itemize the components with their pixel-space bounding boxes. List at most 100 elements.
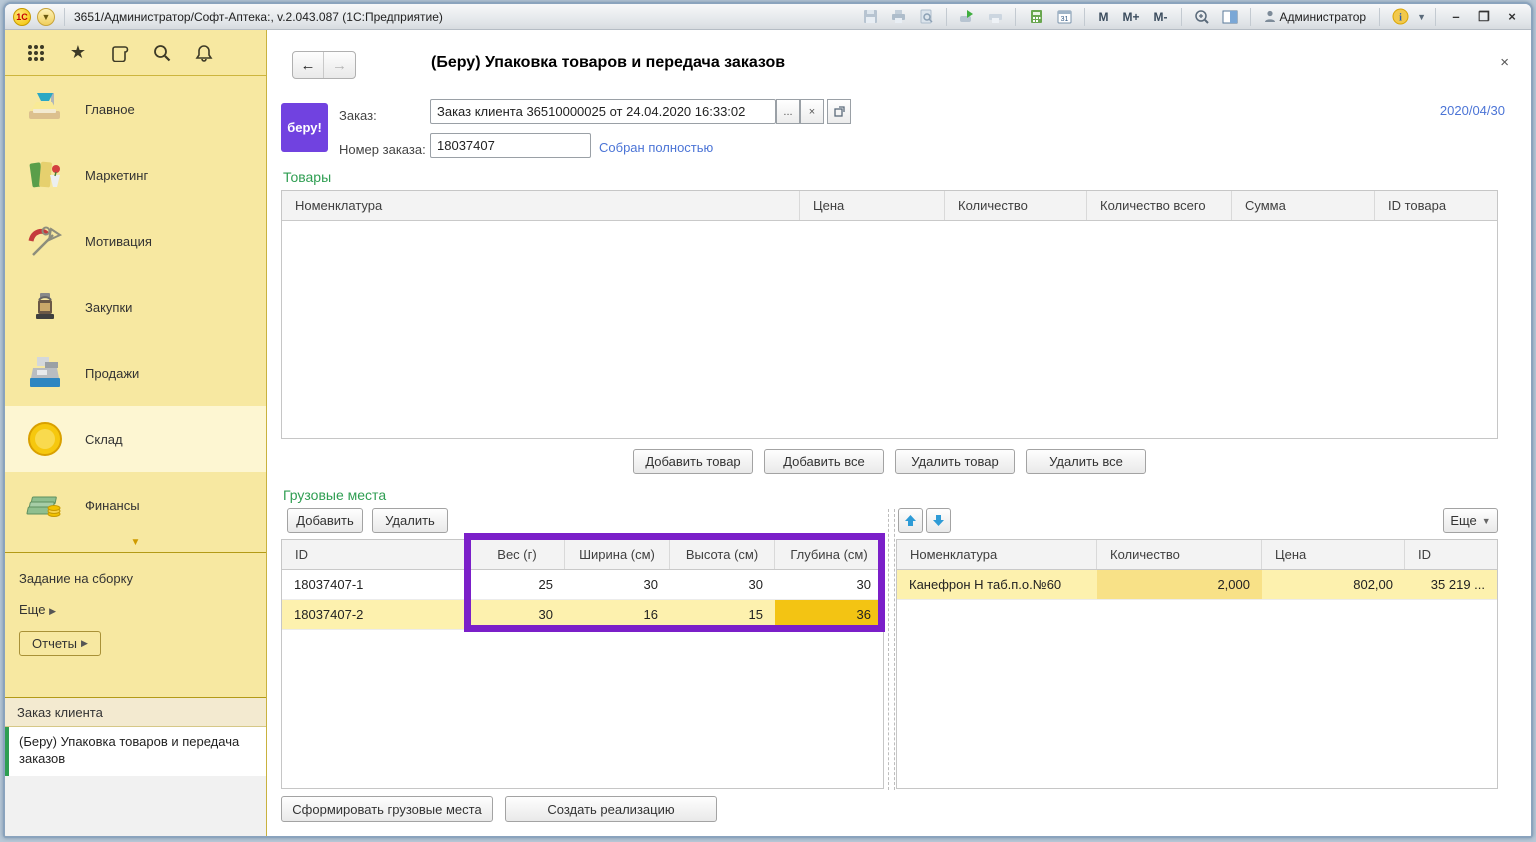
goods-col-nomenclature[interactable]: Номенклатура — [282, 191, 800, 220]
memory-button[interactable]: M — [1094, 10, 1112, 24]
info-dropdown-caret[interactable]: ▼ — [1417, 12, 1426, 22]
goods-col-sum[interactable]: Сумма — [1232, 191, 1375, 220]
print-document-icon[interactable] — [984, 7, 1006, 27]
sidebar-item-label: Маркетинг — [85, 168, 148, 183]
goods-col-id[interactable]: ID товара — [1375, 191, 1497, 220]
sidebar-item-marketing[interactable]: Маркетинг — [5, 142, 266, 208]
runner-arrow-icon — [23, 219, 67, 263]
back-button[interactable]: ← — [293, 52, 324, 78]
current-user[interactable]: Администратор — [1260, 10, 1371, 24]
divider — [1250, 8, 1251, 26]
split-view-icon[interactable] — [1219, 7, 1241, 27]
items-col-nomenclature[interactable]: Номенклатура — [897, 540, 1097, 569]
create-realization-button[interactable]: Создать реализацию — [505, 796, 717, 822]
history-scroll-icon[interactable] — [109, 42, 131, 64]
open-window-item[interactable]: (Беру) Упаковка товаров и передача заказ… — [5, 727, 266, 776]
sidebar-item-zakupki[interactable]: Закупки — [5, 274, 266, 340]
order-lookup-button[interactable]: ... — [776, 99, 800, 124]
sidebar-item-finansy[interactable]: Финансы — [5, 472, 266, 538]
cargo-col-id[interactable]: ID — [282, 540, 470, 569]
cargo-col-height[interactable]: Высота (см) — [670, 540, 775, 569]
1c-logo-icon: 1С — [13, 8, 31, 26]
print-preview-icon[interactable] — [915, 7, 937, 27]
order-input[interactable] — [430, 99, 776, 124]
close-form-button[interactable]: × — [1500, 54, 1509, 71]
save-icon[interactable] — [859, 7, 881, 27]
maximize-button[interactable]: ❐ — [1473, 7, 1495, 27]
favorites-star-icon[interactable]: ★ — [67, 42, 89, 64]
cargo-row-selected[interactable]: 18037407-2 30 16 15 36 — [282, 600, 883, 630]
cargo-section-title: Грузовые места — [283, 487, 386, 503]
close-window-button[interactable]: × — [1501, 7, 1523, 27]
goods-table: Номенклатура Цена Количество Количество … — [281, 190, 1498, 439]
divider — [64, 8, 65, 26]
items-col-price[interactable]: Цена — [1262, 540, 1405, 569]
print-icon[interactable] — [887, 7, 909, 27]
sections-expand-chevron-icon[interactable]: ▼ — [5, 538, 266, 552]
notifications-bell-icon[interactable] — [193, 42, 215, 64]
window-title: 3651/Администратор/Софт-Аптека:, v.2.043… — [74, 10, 443, 24]
calculator-icon[interactable] — [1025, 7, 1047, 27]
order-clear-button[interactable]: × — [800, 99, 824, 124]
submenu-arrow-icon: ▶ — [49, 606, 56, 616]
forward-button[interactable]: → — [324, 52, 355, 78]
panel-splitter[interactable] — [888, 509, 889, 790]
order-number-input[interactable] — [430, 133, 591, 158]
order-open-button[interactable] — [827, 99, 851, 124]
submenu-arrow-icon: ▶ — [81, 638, 88, 649]
zoom-icon[interactable] — [1191, 7, 1213, 27]
assembled-status-link[interactable]: Собран полностью — [599, 140, 713, 155]
post-link-icon[interactable] — [956, 7, 978, 27]
sidebar-item-label: Продажи — [85, 366, 139, 381]
minimize-button[interactable]: – — [1445, 7, 1467, 27]
create-cargo-button[interactable]: Сформировать грузовые места — [281, 796, 493, 822]
goods-col-price[interactable]: Цена — [800, 191, 945, 220]
sidebar-more-link[interactable]: Еще ▶ — [19, 602, 266, 617]
goods-actions: Добавить товар Добавить все Удалить това… — [281, 449, 1498, 474]
sidebar-item-sklad[interactable]: Склад — [5, 406, 266, 472]
delete-item-button[interactable]: Удалить товар — [895, 449, 1015, 474]
sidebar-item-label: Мотивация — [85, 234, 152, 249]
divider — [1435, 8, 1436, 26]
sidebar-item-glavnoe[interactable]: Главное — [5, 76, 266, 142]
more-button[interactable]: Еще▼ — [1443, 508, 1498, 533]
caret-down-icon: ▼ — [1482, 516, 1491, 526]
books-flower-icon — [23, 153, 67, 197]
cargo-col-depth[interactable]: Глубина (см) — [775, 540, 883, 569]
divider — [1379, 8, 1380, 26]
cargo-col-weight[interactable]: Вес (г) — [470, 540, 565, 569]
panel-splitter[interactable] — [894, 509, 895, 790]
delete-all-button[interactable]: Удалить все — [1026, 449, 1146, 474]
sidebar-item-motivatsiya[interactable]: Мотивация — [5, 208, 266, 274]
cargo-delete-button[interactable]: Удалить — [372, 508, 448, 533]
active-cell: 2,000 — [1097, 570, 1262, 599]
cargo-col-width[interactable]: Ширина (см) — [565, 540, 670, 569]
add-item-button[interactable]: Добавить товар — [633, 449, 753, 474]
menu-grid-icon[interactable] — [25, 42, 47, 64]
memory-plus-button[interactable]: M+ — [1118, 10, 1143, 24]
goods-col-qty[interactable]: Количество — [945, 191, 1087, 220]
calendar-icon[interactable]: 31 — [1053, 7, 1075, 27]
move-down-button[interactable] — [926, 508, 951, 533]
divider — [1084, 8, 1085, 26]
items-col-id[interactable]: ID — [1405, 540, 1497, 569]
active-cell: 36 — [775, 600, 883, 629]
sidebar-item-prodazhi[interactable]: Продажи — [5, 340, 266, 406]
items-col-qty[interactable]: Количество — [1097, 540, 1262, 569]
cargo-add-button[interactable]: Добавить — [287, 508, 363, 533]
main-menu-dropdown[interactable]: ▼ — [37, 8, 55, 26]
search-icon[interactable] — [151, 42, 173, 64]
reports-button[interactable]: Отчеты ▶ — [19, 631, 101, 656]
sidebar-link-task[interactable]: Задание на сборку — [19, 571, 266, 586]
order-item-row-selected[interactable]: Канефрон Н таб.п.о.№60 2,000 802,00 35 2… — [897, 570, 1497, 600]
memory-minus-button[interactable]: M- — [1150, 10, 1172, 24]
sidebar-item-label: Главное — [85, 102, 135, 117]
add-all-button[interactable]: Добавить все — [764, 449, 884, 474]
cargo-row[interactable]: 18037407-1 25 30 30 30 — [282, 570, 883, 600]
move-up-button[interactable] — [898, 508, 923, 533]
info-icon[interactable]: i — [1389, 7, 1411, 27]
sidebar-item-label: Финансы — [85, 498, 140, 513]
date-link[interactable]: 2020/04/30 — [1440, 103, 1505, 118]
goods-col-qty-total[interactable]: Количество всего — [1087, 191, 1232, 220]
user-name: Администратор — [1280, 10, 1367, 24]
